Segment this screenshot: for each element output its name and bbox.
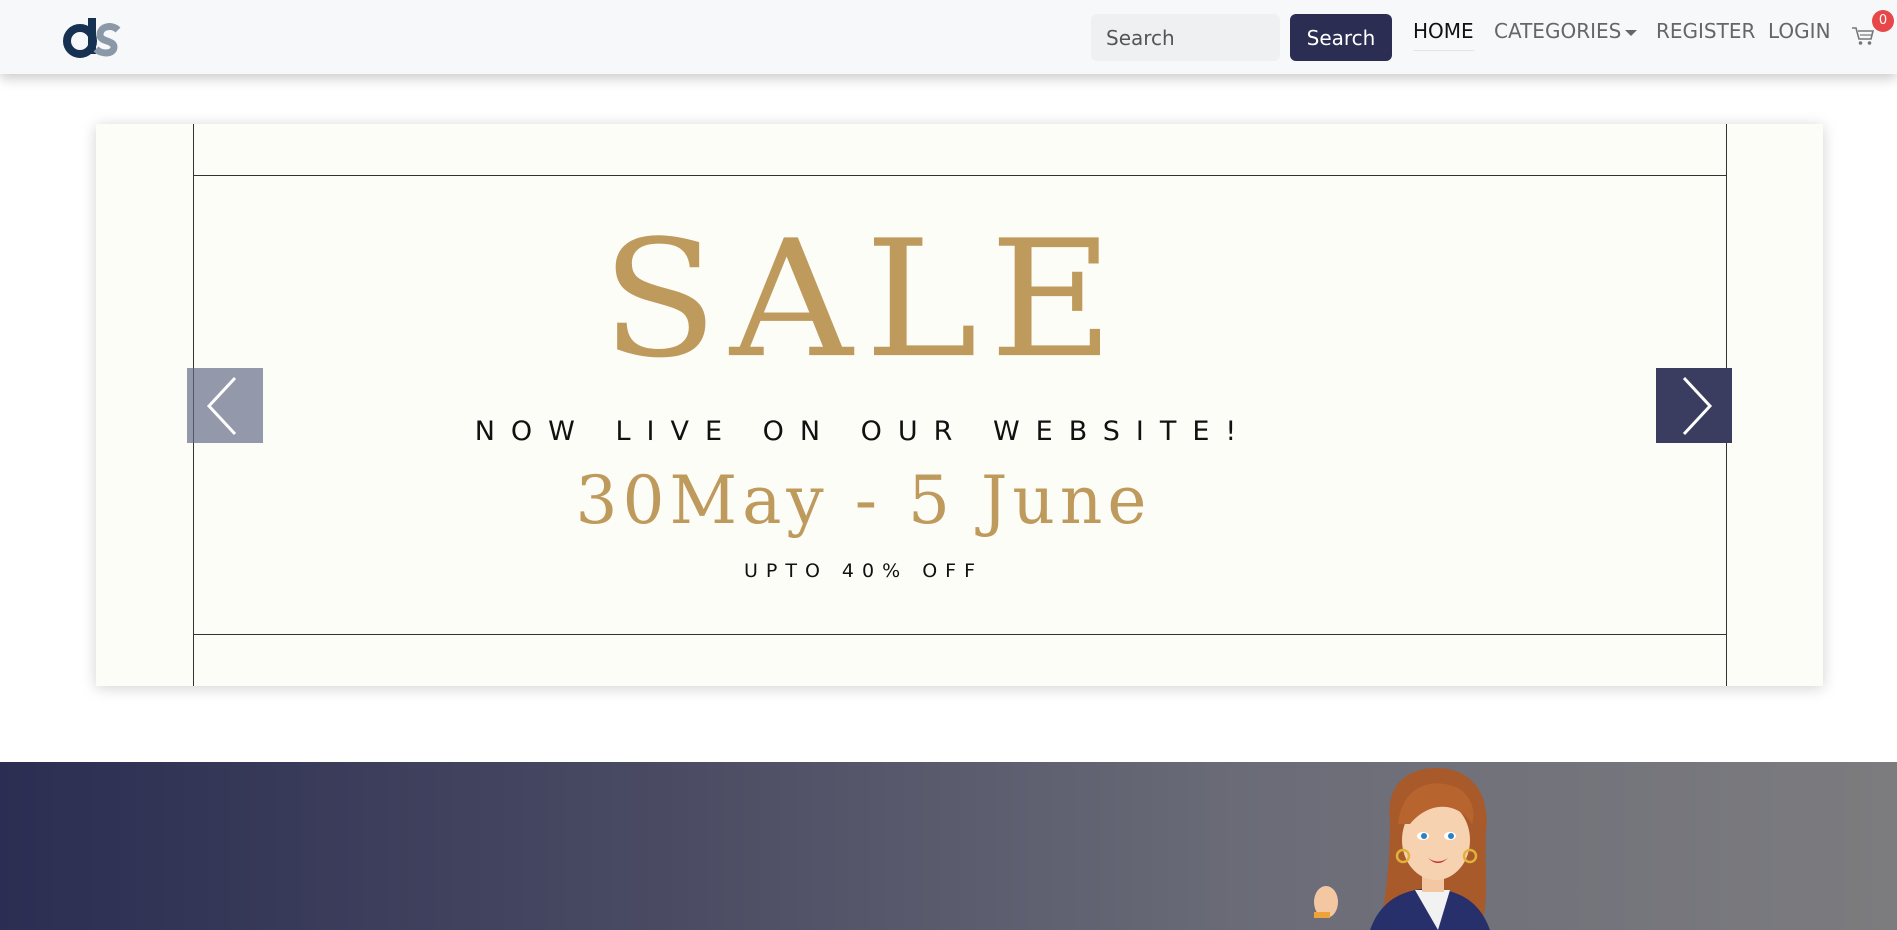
- carousel-next-button[interactable]: [1656, 368, 1732, 443]
- search-button[interactable]: Search: [1290, 14, 1392, 61]
- frame-line: [193, 634, 1727, 635]
- cart-icon[interactable]: [1851, 25, 1875, 47]
- chevron-right-icon: [1682, 376, 1713, 436]
- woman-illustration: [1290, 762, 1520, 930]
- nav-login[interactable]: LOGIN: [1768, 19, 1831, 51]
- slide-discount: UPTO 40% OFF: [743, 560, 984, 582]
- nav-categories-label: CATEGORIES: [1494, 19, 1622, 43]
- nav-categories-dropdown[interactable]: CATEGORIES: [1494, 19, 1638, 51]
- navbar: Search HOME CATEGORIES REGISTER LOGIN 0: [0, 0, 1897, 74]
- caret-down-icon: [1625, 29, 1638, 36]
- carousel-prev-button[interactable]: [187, 368, 263, 443]
- slide-dates: 30May - 5 June: [575, 462, 1152, 539]
- nav-register[interactable]: REGISTER: [1656, 19, 1755, 51]
- brand-logo[interactable]: [62, 14, 122, 60]
- frame-line: [193, 175, 1727, 176]
- hero-banner: [0, 762, 1897, 930]
- slide-title: SALE: [601, 205, 1126, 395]
- chevron-left-icon: [206, 376, 237, 436]
- cart-count-badge: 0: [1872, 10, 1894, 32]
- nav-home[interactable]: HOME: [1413, 19, 1474, 51]
- search-input[interactable]: [1091, 14, 1280, 61]
